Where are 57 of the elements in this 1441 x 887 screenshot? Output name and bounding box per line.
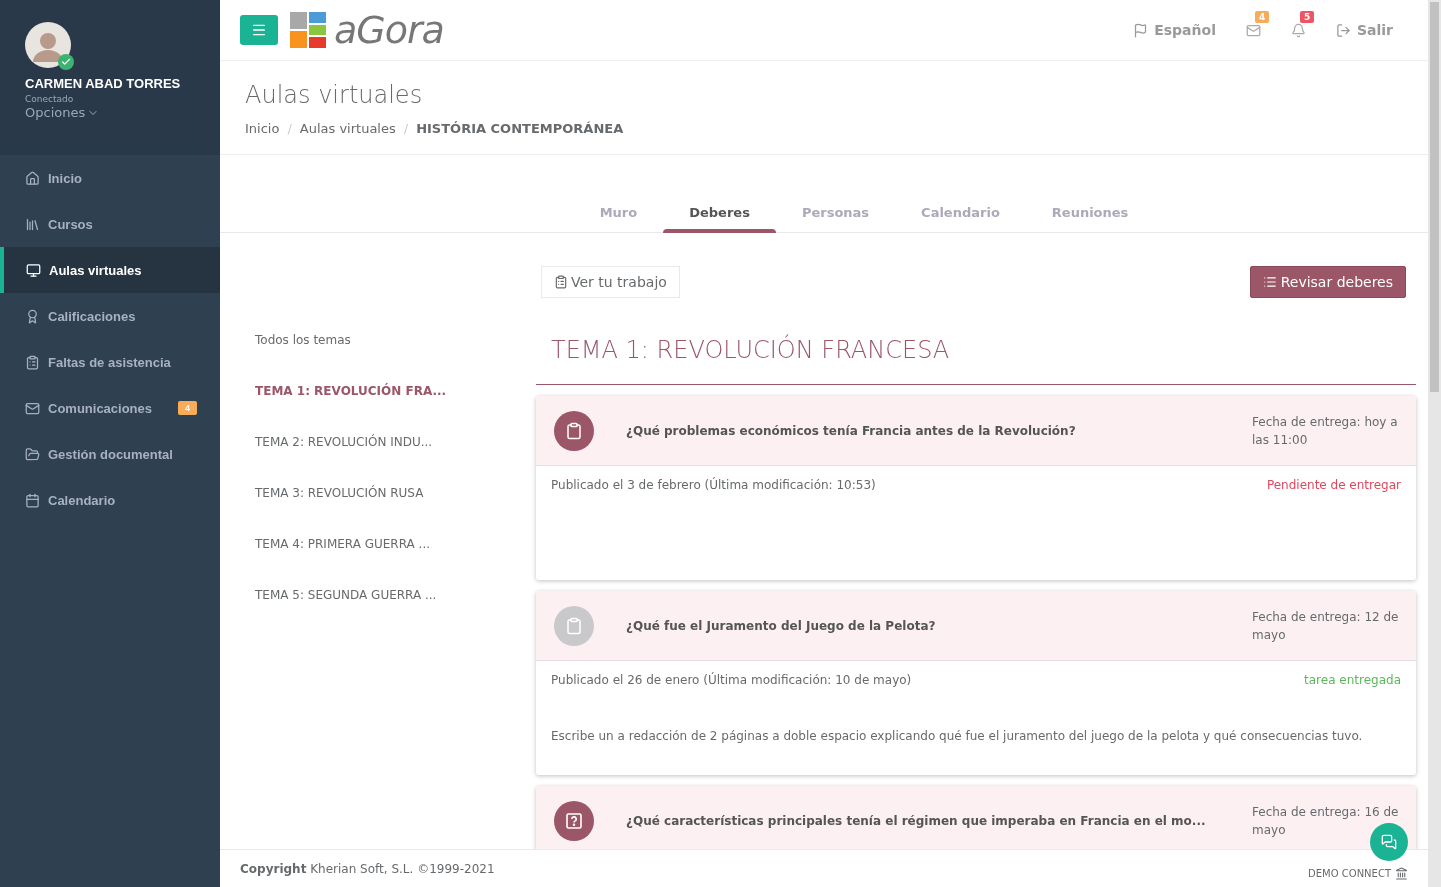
count-badge: 4	[178, 401, 197, 415]
nav-label: Gestión documental	[48, 446, 173, 462]
user-status: Conectado	[25, 94, 74, 104]
nav-item[interactable]: Calendario	[0, 477, 220, 523]
nav-item[interactable]: Comunicaciones 4	[0, 385, 220, 431]
view-work-button[interactable]: Ver tu trabajo	[541, 266, 680, 298]
breadcrumb-separator: /	[403, 121, 409, 136]
page-title: Aulas virtuales	[245, 81, 424, 109]
task-title: ¿Qué características principales tenía el régimen que imperaba en Francia en el mo...	[626, 813, 1207, 828]
topic-link[interactable]: TEMA 4: PRIMERA GUERRA ...	[255, 537, 536, 551]
tab[interactable]: Deberes	[663, 205, 776, 232]
nav-label: Comunicaciones	[48, 400, 153, 416]
task-title: ¿Qué problemas económicos tenía Francia antes de la Revolución?	[626, 423, 1077, 438]
nav-label: Cursos	[48, 216, 93, 232]
topic-link[interactable]: TEMA 3: REVOLUCIÓN RUSA	[255, 486, 536, 500]
breadcrumb-link[interactable]: Inicio	[245, 121, 280, 136]
posted-date: Publicado el 3 de febrero (Última modificación: 10:53)	[551, 478, 876, 492]
posted-date: Publicado el 26 de enero (Última modificación: 10 de mayo)	[551, 673, 912, 687]
breadcrumb-separator: /	[287, 121, 292, 136]
nav-label: Inicio	[48, 170, 82, 186]
nav-label: Faltas de asistencia	[48, 354, 171, 370]
topic-link[interactable]: Todos los temas	[255, 333, 536, 347]
user-name: CARMEN ABAD TORRES	[25, 76, 181, 91]
nav-item[interactable]: Gestión documental	[0, 431, 220, 477]
options-dropdown[interactable]: Opciones	[25, 105, 100, 120]
task-status: Pendiente de entregar	[1266, 478, 1401, 492]
brand-text: DEMO CONNECT	[1308, 867, 1408, 880]
breadcrumb-link[interactable]: HISTÓRIA CONTEMPORÁNEA	[416, 121, 624, 136]
task-title: ¿Qué fue el Juramento del Juego de la Pelota?	[626, 618, 937, 633]
nav-item[interactable]: Cursos	[0, 201, 220, 247]
review-button[interactable]: Revisar deberes	[1249, 266, 1406, 298]
section-title: TEMA 1: REVOLUCIÓN FRANCESA	[536, 336, 1416, 385]
nav-item[interactable]: Faltas de asistencia	[0, 339, 220, 385]
logout-link[interactable]: Salir	[1335, 22, 1393, 38]
task-status: tarea entregada	[1304, 673, 1401, 687]
breadcrumb-link[interactable]: Aulas virtuales	[299, 121, 396, 136]
task-description: Escribe un a redacción de 2 páginas a doble espacio explicando qué fue el juramento del juego de la pelota y qué consecuencias tuvo.	[551, 729, 1364, 743]
topic-link[interactable]: TEMA 5: SEGUNDA GUERRA ...	[255, 588, 536, 602]
nav-item[interactable]: Aulas virtuales	[0, 247, 220, 293]
count-badge: 5	[1299, 10, 1315, 23]
copyright-text: Copyright Kherian Soft, S.L. ©1999-2021	[240, 861, 495, 876]
topic-link[interactable]: TEMA 2: REVOLUCIÓN INDU...	[255, 435, 536, 449]
nav-label: Calendario	[48, 492, 116, 508]
nav-item[interactable]: Inicio	[0, 155, 220, 201]
nav-label: Aulas virtuales	[49, 262, 142, 278]
task-header[interactable]: ¿Qué fue el Juramento del Juego de la Pelota? Fecha de entrega: 12 de mayo	[536, 591, 1416, 661]
task-header[interactable]: ¿Qué características principales tenía el régimen que imperaba en Francia en el mo... Fecha de entrega: 16 de mayo	[536, 786, 1416, 849]
nav-label: Calificaciones	[48, 308, 136, 324]
logo-text: aGora	[334, 8, 444, 52]
task-header[interactable]: ¿Qué problemas económicos tenía Francia antes de la Revolución? Fecha de entrega: hoy a las 11:00	[536, 396, 1416, 466]
due-date: Fecha de entrega: hoy a las 11:00	[1252, 413, 1399, 449]
topic-link[interactable]: TEMA 1: REVOLUCIÓN FRA...	[255, 384, 536, 398]
nav-item[interactable]: Calificaciones	[0, 293, 220, 339]
language-link[interactable]: Español	[1133, 22, 1216, 38]
count-badge: 4	[1254, 10, 1270, 23]
due-date: Fecha de entrega: 16 de mayo	[1252, 803, 1400, 839]
due-date: Fecha de entrega: 12 de mayo	[1252, 608, 1400, 644]
